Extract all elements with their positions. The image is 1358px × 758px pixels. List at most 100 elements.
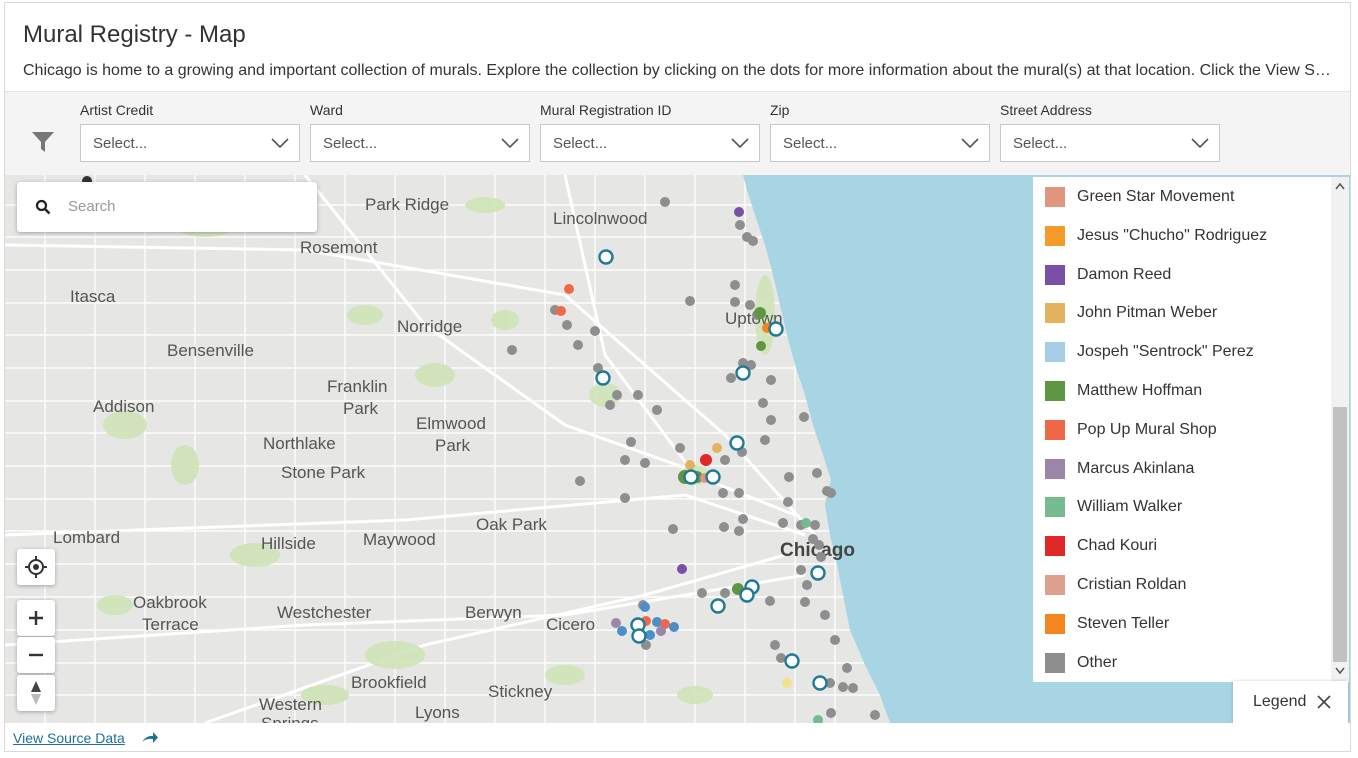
legend-item: Chad Kouri bbox=[1045, 535, 1157, 557]
legend-toggle-label: Legend bbox=[1253, 693, 1307, 710]
legend-item: Green Star Movement bbox=[1045, 186, 1234, 208]
legend-swatch bbox=[1045, 652, 1065, 673]
legend-swatch bbox=[1045, 575, 1065, 595]
legend-panel: Green Star Movement Jesus "Chucho" Rodrig… bbox=[1033, 177, 1331, 682]
legend-label: Pop Up Mural Shop bbox=[1077, 420, 1217, 438]
legend-swatch bbox=[1045, 381, 1065, 401]
place-label: Brookfield bbox=[351, 673, 427, 692]
registration-id-select[interactable]: Select... bbox=[540, 124, 760, 162]
chevron-down-icon bbox=[731, 138, 749, 149]
filter-label: Ward bbox=[310, 102, 343, 118]
place-label: Berwyn bbox=[465, 603, 522, 622]
minus-icon bbox=[29, 653, 43, 657]
page-description: Chicago is home to a growing and importa… bbox=[23, 62, 1333, 79]
legend-label: Matthew Hoffman bbox=[1077, 382, 1203, 399]
legend-item: Cristian Roldan bbox=[1045, 574, 1186, 596]
chevron-down-icon bbox=[1191, 138, 1209, 149]
zip-select[interactable]: Select... bbox=[770, 124, 990, 162]
arrow-right-icon[interactable] bbox=[141, 731, 159, 745]
legend-label: Damon Reed bbox=[1077, 265, 1172, 283]
legend-label: Cristian Roldan bbox=[1077, 576, 1187, 593]
scrollbar-thumb[interactable] bbox=[1333, 407, 1347, 662]
place-label: Terrace bbox=[142, 615, 199, 634]
chevron-down-icon bbox=[961, 138, 979, 149]
map-search-box[interactable]: Search bbox=[17, 182, 317, 232]
chevron-up-icon[interactable] bbox=[1335, 182, 1345, 190]
legend-swatch bbox=[1045, 613, 1065, 634]
legend-swatch bbox=[1045, 458, 1065, 479]
legend-item: Matthew Hoffman bbox=[1045, 380, 1202, 402]
search-input[interactable]: Search bbox=[68, 198, 116, 215]
select-value: Select... bbox=[553, 135, 608, 152]
locate-button[interactable] bbox=[17, 549, 55, 585]
place-label: Elmwood bbox=[416, 414, 486, 433]
legend-item: Marcus Akinlana bbox=[1045, 458, 1194, 480]
legend-scrollbar[interactable] bbox=[1331, 177, 1349, 682]
filter-label: Mural Registration ID bbox=[540, 102, 672, 118]
filter-zip: Zip Select... bbox=[770, 102, 990, 162]
legend-label: Steven Teller bbox=[1077, 614, 1170, 632]
legend-toggle-button[interactable]: Legend bbox=[1233, 681, 1348, 723]
place-label: Maywood bbox=[363, 530, 436, 549]
legend-item: Other bbox=[1045, 652, 1117, 674]
ward-select[interactable]: Select... bbox=[310, 124, 530, 162]
chevron-down-icon bbox=[271, 138, 289, 149]
map-canvas[interactable]: Park Ridge Lincolnwood Rosemont Itasca N… bbox=[5, 175, 1350, 723]
place-label: Franklin bbox=[327, 377, 387, 396]
filter-label: Zip bbox=[770, 102, 790, 118]
compass-button[interactable] bbox=[17, 675, 55, 711]
select-value: Select... bbox=[783, 135, 838, 152]
crosshair-icon bbox=[25, 556, 47, 578]
legend-item: Jospeh "Sentrock" Perez bbox=[1045, 341, 1254, 363]
filter-ward: Ward Select... bbox=[310, 102, 530, 162]
plus-icon bbox=[29, 611, 43, 625]
legend-label: Jospeh "Sentrock" Perez bbox=[1077, 343, 1254, 361]
select-value: Select... bbox=[323, 135, 378, 152]
legend-label: William Walker bbox=[1077, 498, 1183, 516]
place-label: Lombard bbox=[53, 528, 120, 547]
artist-credit-select[interactable]: Select... bbox=[80, 124, 300, 162]
place-label: Stickney bbox=[488, 682, 553, 701]
legend-swatch bbox=[1045, 187, 1065, 207]
close-icon[interactable] bbox=[1317, 695, 1331, 709]
legend-item: Steven Teller bbox=[1045, 613, 1169, 635]
filter-icon bbox=[32, 132, 54, 152]
place-label: Lincolnwood bbox=[553, 209, 648, 228]
place-label: Oak Park bbox=[476, 515, 547, 534]
legend-label: Green Star Movement bbox=[1077, 188, 1235, 205]
legend-item: Damon Reed bbox=[1045, 264, 1171, 286]
legend-label: Chad Kouri bbox=[1077, 537, 1158, 555]
place-label: Norridge bbox=[397, 317, 462, 336]
place-label: Bensenville bbox=[167, 341, 254, 360]
place-label: Northlake bbox=[263, 434, 336, 453]
legend-swatch bbox=[1045, 497, 1065, 518]
zoom-in-button[interactable] bbox=[17, 600, 55, 636]
chevron-down-icon[interactable] bbox=[1335, 667, 1345, 675]
place-label: Oakbrook bbox=[133, 593, 207, 612]
search-icon bbox=[35, 199, 51, 215]
legend-label: Marcus Akinlana bbox=[1077, 459, 1195, 477]
legend-swatch bbox=[1045, 342, 1065, 363]
place-label: Stone Park bbox=[281, 463, 366, 482]
street-address-select[interactable]: Select... bbox=[1000, 124, 1220, 162]
place-label: Park bbox=[343, 399, 378, 418]
chevron-down-icon bbox=[501, 138, 519, 149]
legend-swatch bbox=[1045, 264, 1065, 285]
filter-artist-credit: Artist Credit Select... bbox=[80, 102, 300, 162]
filter-registration-id: Mural Registration ID Select... bbox=[540, 102, 760, 162]
place-label: Lyons bbox=[415, 703, 460, 722]
select-value: Select... bbox=[93, 135, 148, 152]
legend-swatch bbox=[1045, 225, 1065, 246]
compass-icon bbox=[31, 681, 41, 705]
place-label: Park Ridge bbox=[365, 195, 449, 214]
place-label: Addison bbox=[93, 397, 154, 416]
place-label: Western bbox=[259, 695, 322, 714]
place-label: Itasca bbox=[70, 287, 116, 306]
legend-item: Pop Up Mural Shop bbox=[1045, 419, 1217, 441]
view-source-link[interactable]: View Source Data bbox=[13, 730, 125, 746]
filter-bar: Artist Credit Select... Ward Select... M… bbox=[5, 91, 1350, 176]
legend-swatch bbox=[1045, 419, 1065, 440]
zoom-out-button[interactable] bbox=[17, 637, 55, 673]
legend-label: Jesus "Chucho" Rodriguez bbox=[1077, 226, 1268, 244]
place-label: Park bbox=[435, 436, 470, 455]
